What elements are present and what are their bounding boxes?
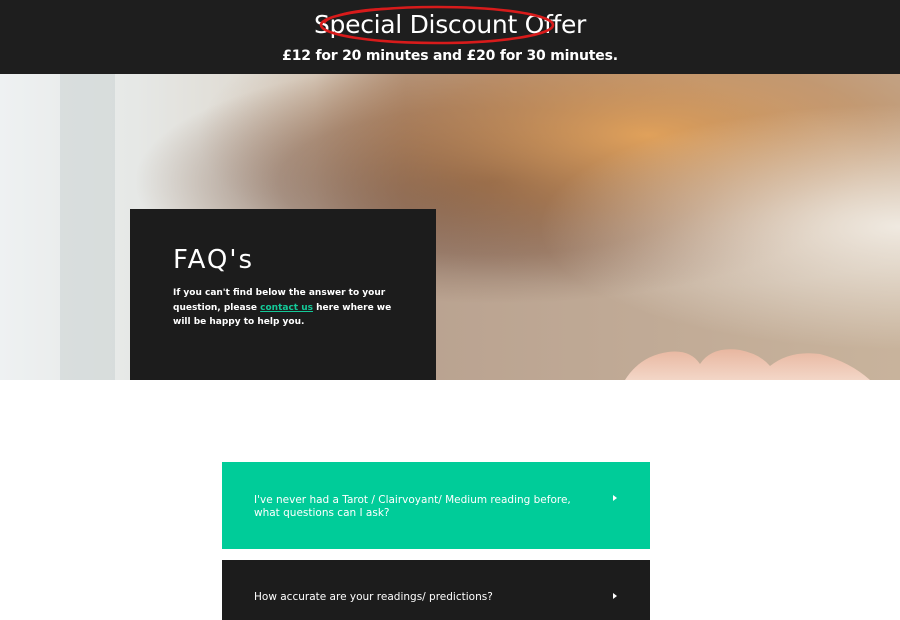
- offer-banner: Special Discount Offer £12 for 20 minute…: [0, 0, 900, 74]
- faq-question-text: I've never had a Tarot / Clairvoyant/ Me…: [254, 494, 571, 519]
- faq-item-accuracy[interactable]: How accurate are your readings/ predicti…: [222, 560, 650, 620]
- offer-title[interactable]: Special Discount Offer: [314, 6, 586, 44]
- faq-heading: FAQ's: [173, 245, 255, 275]
- caret-right-icon: [613, 495, 617, 501]
- faq-intro-panel: FAQ's If you can't find below the answer…: [130, 209, 436, 380]
- contact-us-link[interactable]: contact us: [260, 303, 313, 313]
- offer-subtitle: £12 for 20 minutes and £20 for 30 minute…: [282, 48, 618, 64]
- offer-title-wrap: Special Discount Offer: [0, 6, 900, 44]
- faq-intro-text: If you can't find below the answer to yo…: [173, 286, 403, 330]
- faq-question-text: How accurate are your readings/ predicti…: [254, 591, 493, 603]
- hero-section: FAQ's If you can't find below the answer…: [0, 74, 900, 380]
- caret-right-icon: [613, 593, 617, 599]
- faq-item-questions-to-ask[interactable]: I've never had a Tarot / Clairvoyant/ Me…: [222, 462, 650, 549]
